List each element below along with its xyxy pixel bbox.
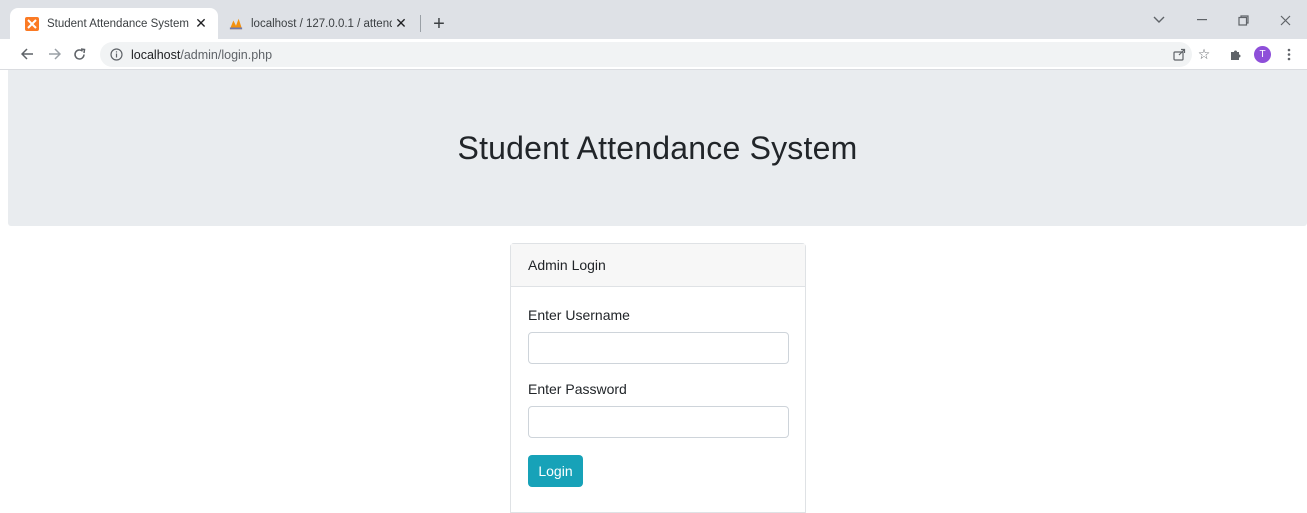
close-tab-icon[interactable]: ✕ bbox=[392, 15, 410, 33]
tab-search-chevron-down-icon[interactable] bbox=[1144, 8, 1174, 32]
site-info-icon[interactable] bbox=[109, 48, 123, 62]
tab-strip: Student Attendance System ✕ localhost / … bbox=[0, 0, 1307, 39]
phpmyadmin-favicon-icon bbox=[229, 17, 243, 31]
minimize-icon[interactable] bbox=[1187, 8, 1217, 32]
page-title: Student Attendance System bbox=[457, 129, 858, 166]
tab-phpmyadmin[interactable]: localhost / 127.0.0.1 / attendance ✕ bbox=[218, 8, 418, 39]
card-header: Admin Login bbox=[511, 244, 805, 287]
profile-avatar[interactable]: T bbox=[1254, 46, 1271, 63]
window-close-icon[interactable] bbox=[1270, 8, 1300, 32]
tab-student-attendance[interactable]: Student Attendance System ✕ bbox=[10, 8, 218, 39]
share-icon[interactable] bbox=[1168, 43, 1190, 65]
new-tab-button[interactable]: + bbox=[427, 12, 451, 36]
xampp-favicon-icon bbox=[25, 16, 39, 31]
restore-icon[interactable] bbox=[1228, 8, 1258, 32]
admin-login-card: Admin Login Enter Username Enter Passwor… bbox=[510, 243, 806, 513]
bookmark-star-icon[interactable]: ☆ bbox=[1193, 43, 1215, 65]
tab-separator bbox=[420, 15, 421, 32]
forward-arrow-icon[interactable] bbox=[43, 43, 65, 65]
menu-kebab-icon[interactable] bbox=[1278, 43, 1300, 65]
username-label: Enter Username bbox=[528, 307, 630, 323]
password-label: Enter Password bbox=[528, 381, 627, 397]
page-header-jumbotron: Student Attendance System bbox=[8, 70, 1307, 226]
address-bar[interactable]: localhost/admin/login.php bbox=[100, 42, 1192, 67]
username-input[interactable] bbox=[528, 332, 789, 364]
url-text: localhost/admin/login.php bbox=[131, 48, 272, 62]
browser-toolbar: localhost/admin/login.php ☆ T bbox=[0, 39, 1307, 70]
back-arrow-icon[interactable] bbox=[16, 43, 38, 65]
password-input[interactable] bbox=[528, 406, 789, 438]
card-body: Enter Username Enter Password Login bbox=[511, 287, 805, 487]
tab-title: Student Attendance System bbox=[47, 17, 189, 30]
tab-title: localhost / 127.0.0.1 / attendance bbox=[251, 17, 392, 30]
reload-icon[interactable] bbox=[68, 43, 90, 65]
login-button[interactable]: Login bbox=[528, 455, 583, 487]
url-host: localhost bbox=[131, 47, 181, 62]
url-path: /admin/login.php bbox=[180, 47, 273, 62]
close-tab-icon[interactable]: ✕ bbox=[192, 15, 210, 33]
extensions-puzzle-icon[interactable] bbox=[1224, 43, 1246, 65]
